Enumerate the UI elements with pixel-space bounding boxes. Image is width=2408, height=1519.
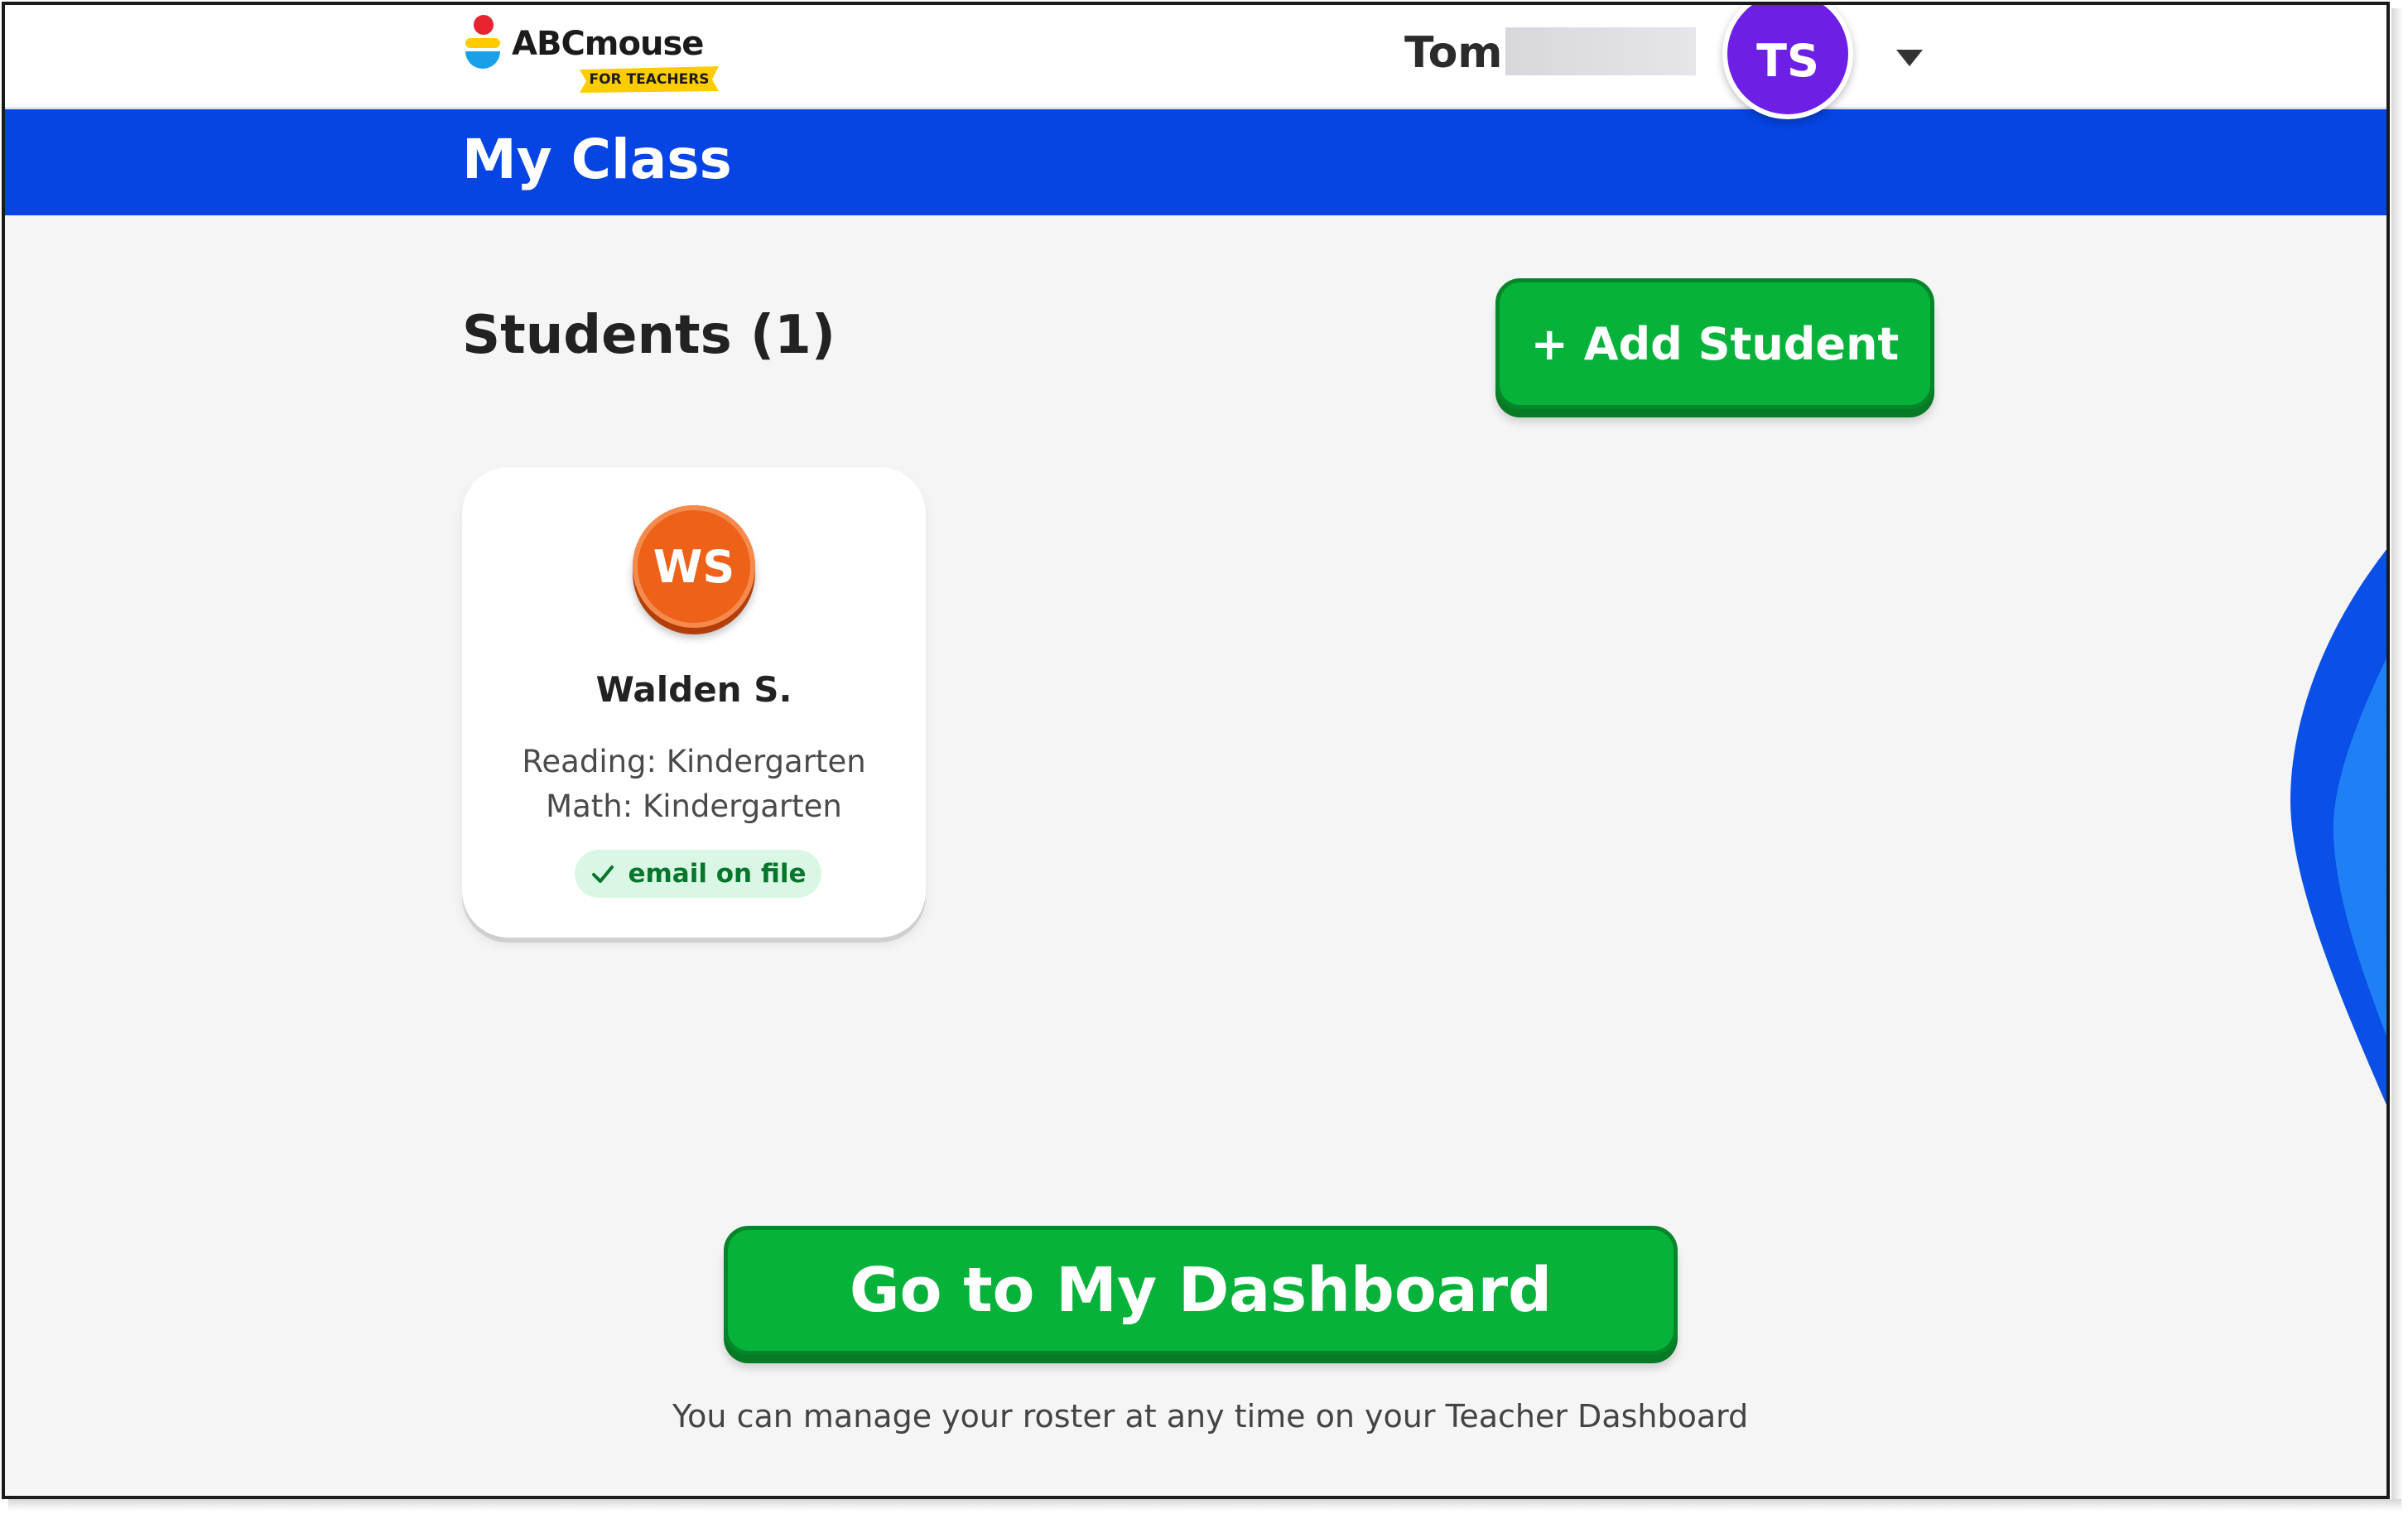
student-reading-level: Reading: Kindergarten — [522, 744, 866, 779]
student-math-level: Math: Kindergarten — [546, 788, 842, 824]
add-student-button[interactable]: + Add Student — [1495, 278, 1934, 409]
logo-brand-text: ABCmouse — [512, 25, 704, 63]
logo-ribbon: FOR TEACHERS — [580, 66, 719, 93]
user-name[interactable]: Tom — [1404, 28, 1502, 78]
check-icon — [592, 866, 614, 883]
frame-shadow — [2391, 8, 2403, 1504]
page-title: My Class — [462, 128, 732, 191]
email-status-text: email on file — [628, 859, 807, 889]
student-card[interactable]: WS Walden S. Reading: Kindergarten Math:… — [462, 467, 926, 938]
students-heading: Students (1) — [462, 305, 836, 366]
decorative-blue-shape — [2290, 549, 2386, 1105]
user-avatar-initials: TS — [1756, 34, 1819, 87]
go-to-dashboard-button[interactable]: Go to My Dashboard — [724, 1226, 1678, 1355]
app-viewport: ABCmouse FOR TEACHERS Tom TS My Class St… — [2, 2, 2390, 1499]
student-avatar: WS — [633, 505, 755, 628]
abcmouse-logo[interactable]: ABCmouse FOR TEACHERS — [462, 13, 735, 103]
email-status-badge: email on file — [575, 850, 821, 898]
title-bar: My Class — [5, 109, 2386, 215]
frame-shadow-bottom — [8, 1499, 2401, 1511]
chevron-down-icon[interactable] — [1895, 48, 1924, 68]
logo-ribbon-text: FOR TEACHERS — [589, 71, 710, 88]
student-name: Walden S. — [595, 669, 792, 710]
dashboard-button-label: Go to My Dashboard — [849, 1255, 1553, 1326]
add-student-label: + Add Student — [1530, 317, 1900, 370]
user-avatar[interactable]: TS — [1722, 5, 1853, 119]
student-avatar-initials: WS — [653, 540, 735, 593]
redacted-last-name — [1505, 27, 1696, 75]
roster-note: You can manage your roster at any time o… — [672, 1398, 1749, 1435]
top-header: ABCmouse FOR TEACHERS Tom TS — [5, 5, 2386, 119]
abcmouse-mark-icon — [465, 15, 500, 69]
